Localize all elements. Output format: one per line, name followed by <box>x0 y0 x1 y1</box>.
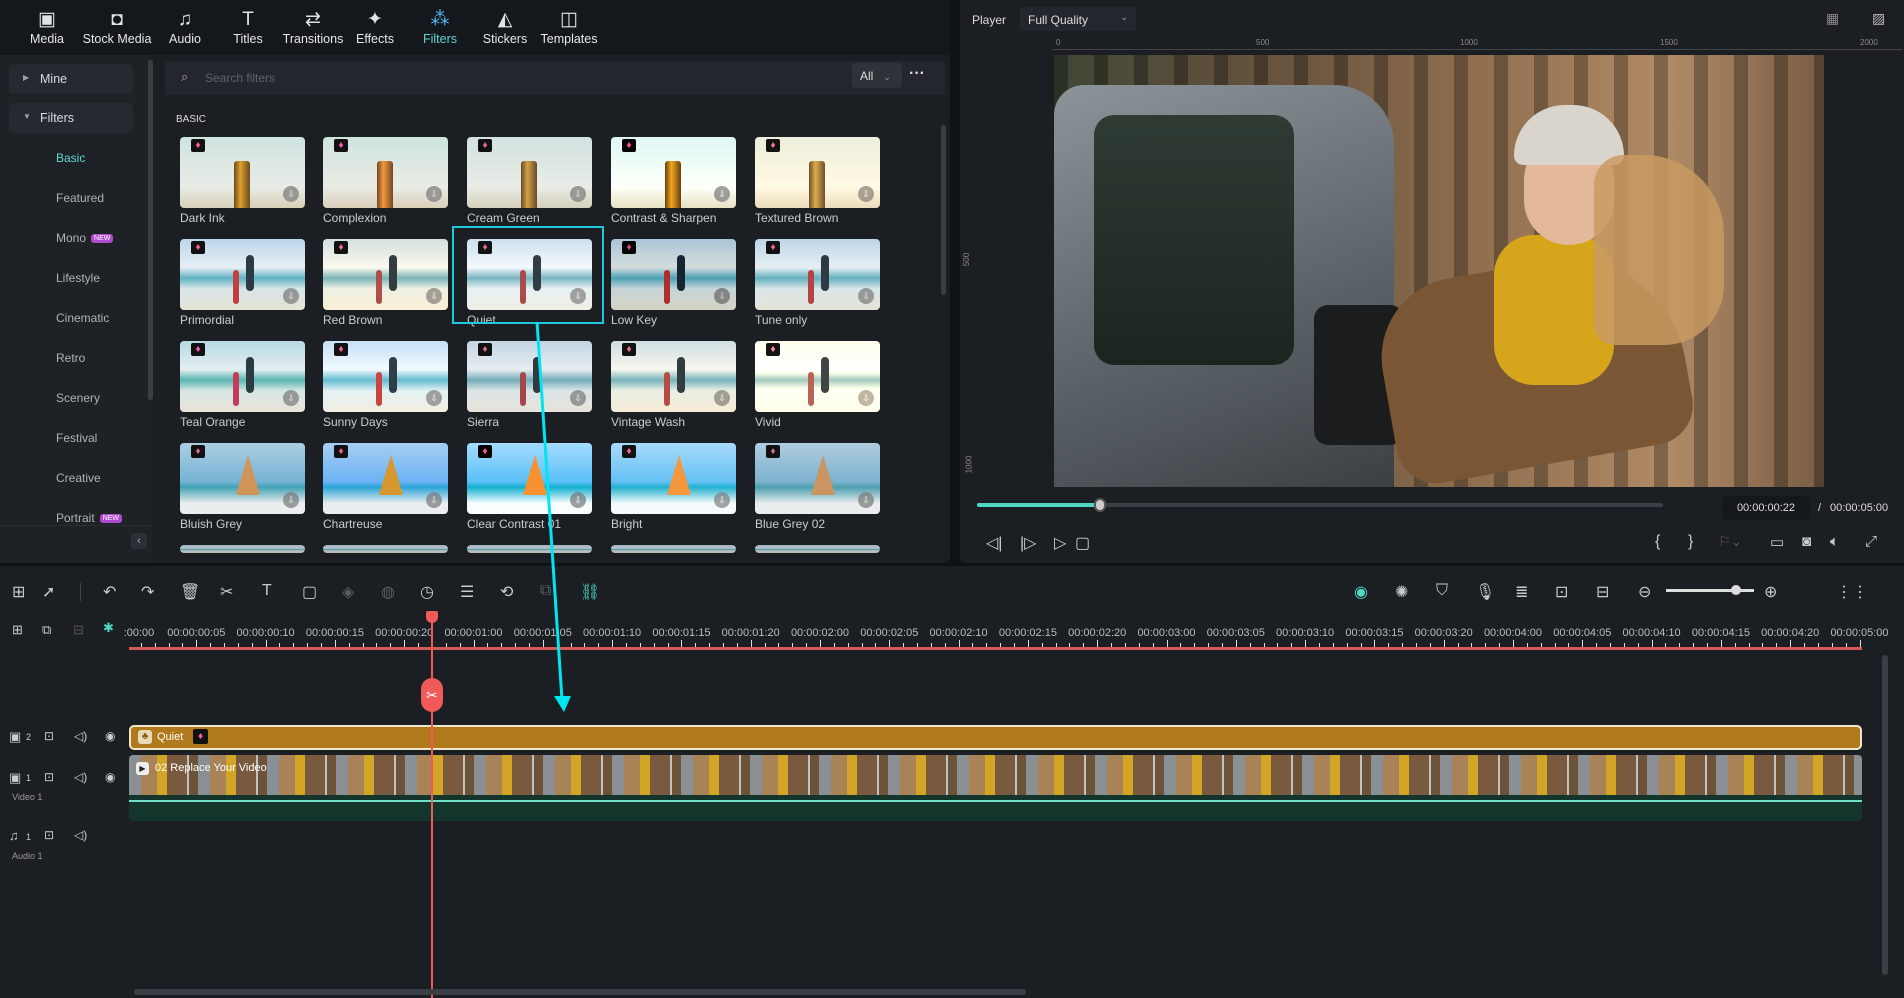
nav-effects[interactable]: ✦ Effects <box>340 8 410 46</box>
arrow-head <box>554 696 571 712</box>
media-icon: ▣ <box>38 9 56 30</box>
nav-label: Media <box>29 32 65 46</box>
stock-media-icon: ◘ <box>111 9 123 30</box>
effects-star-icon: ✦ <box>367 9 383 30</box>
nav-label: Titles <box>233 32 263 46</box>
nav-titles[interactable]: T Titles <box>213 8 283 46</box>
arrow-line <box>535 321 564 701</box>
nav-label: Filters <box>422 32 458 46</box>
nav-audio[interactable]: ♫ Audio <box>150 8 220 46</box>
nav-label: Audio <box>169 32 201 46</box>
music-note-icon: ♫ <box>177 9 193 30</box>
nav-label: Templates <box>540 32 598 46</box>
nav-label: Transitions <box>282 32 344 46</box>
nav-label: Stickers <box>482 32 528 46</box>
nav-label: Stock Media <box>82 32 152 46</box>
nav-stickers[interactable]: ◭ Stickers <box>470 8 540 46</box>
nav-templates[interactable]: ◫ Templates <box>534 8 604 46</box>
drag-arrow <box>535 321 571 712</box>
nav-transitions[interactable]: ⇄ Transitions <box>278 8 348 46</box>
filters-icon: ⁂ <box>430 9 450 30</box>
stickers-icon: ◭ <box>497 9 513 30</box>
nav-filters[interactable]: ⁂ Filters <box>405 8 475 46</box>
templates-icon: ◫ <box>560 9 578 30</box>
title-t-icon: T <box>242 9 254 30</box>
transitions-icon: ⇄ <box>305 9 321 30</box>
nav-media[interactable]: ▣ Media <box>12 8 82 46</box>
nav-stock-media[interactable]: ◘ Stock Media <box>82 8 152 46</box>
nav-label: Effects <box>356 32 394 46</box>
